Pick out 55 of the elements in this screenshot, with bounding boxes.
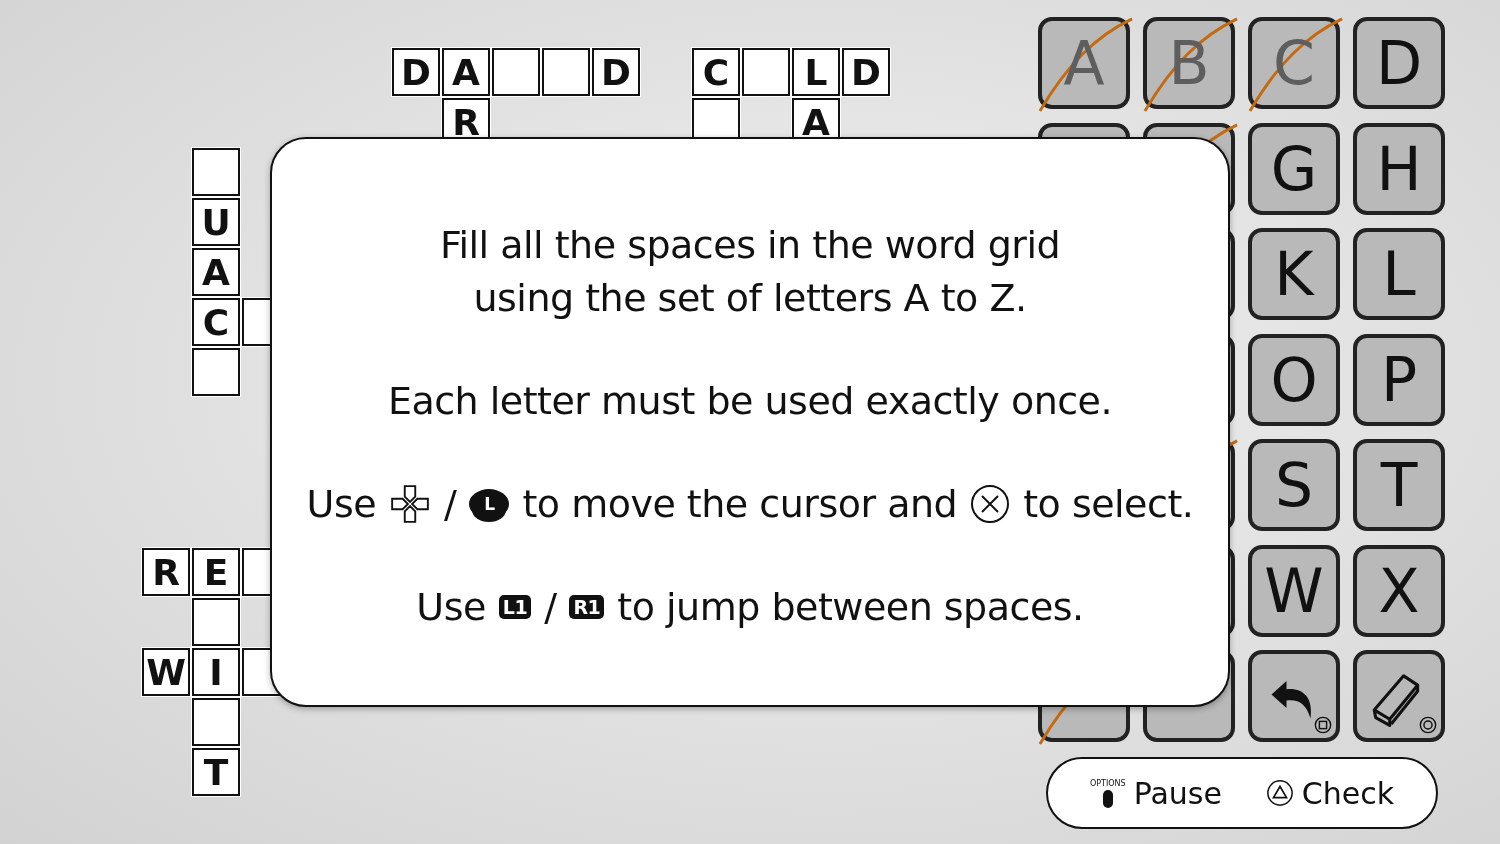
grid-cell[interactable]: A: [442, 48, 490, 96]
square-button-icon: [1314, 716, 1332, 734]
options-button-icon: [1102, 789, 1113, 808]
grid-cell[interactable]: I: [192, 648, 240, 696]
grid-cell[interactable]: [192, 148, 240, 196]
letter-key[interactable]: O: [1248, 333, 1340, 426]
grid-cell[interactable]: A: [192, 248, 240, 296]
instruction-text: to select.: [1023, 480, 1194, 528]
letter-key[interactable]: H: [1353, 122, 1445, 215]
letter-key[interactable]: P: [1353, 333, 1445, 426]
letter-key[interactable]: D: [1353, 17, 1445, 109]
letter-key[interactable]: S: [1248, 439, 1340, 531]
grid-cell[interactable]: E: [192, 548, 240, 596]
grid-cell[interactable]: D: [842, 48, 890, 96]
letter-key[interactable]: X: [1353, 544, 1445, 637]
grid-cell[interactable]: R: [142, 548, 190, 596]
letter-key[interactable]: T: [1353, 439, 1445, 531]
instruction-text: /: [544, 583, 557, 631]
letter-key[interactable]: G: [1248, 122, 1340, 215]
dpad-icon: [389, 483, 432, 525]
instruction-text: Fill all the spaces in the word grid using the set of letters A to Z.: [439, 221, 1061, 322]
grid-cell[interactable]: C: [692, 48, 740, 96]
grid-cell[interactable]: U: [192, 198, 240, 246]
grid-cell[interactable]: [542, 48, 590, 96]
grid-cell[interactable]: C: [192, 298, 240, 346]
grid-cell[interactable]: [192, 598, 240, 646]
options-button-label: OPTIONS: [1089, 778, 1126, 788]
eraser-key[interactable]: [1353, 650, 1445, 742]
instruction-text: /: [444, 480, 457, 528]
letter-key[interactable]: L: [1353, 228, 1445, 320]
instruction-text: Each letter must be used exactly once.: [387, 377, 1113, 425]
grid-cell[interactable]: D: [392, 48, 440, 96]
instruction-text: Use: [306, 480, 377, 528]
grid-cell[interactable]: [492, 48, 540, 96]
left-stick-icon: L: [469, 489, 510, 519]
grid-cell[interactable]: [192, 698, 240, 746]
grid-cell[interactable]: L: [792, 48, 840, 96]
shoulder-button-icon: R1: [569, 595, 605, 619]
grid-cell[interactable]: W: [142, 648, 190, 696]
grid-cell[interactable]: T: [192, 748, 240, 796]
circle-button-icon: [1419, 716, 1437, 734]
instruction-text: to move the cursor and: [522, 480, 958, 528]
instruction-text: Use: [416, 583, 486, 631]
letter-key[interactable]: K: [1248, 228, 1340, 320]
pause-action[interactable]: Pause: [1133, 775, 1222, 811]
instruction-text: to jump between spaces.: [617, 583, 1084, 631]
letter-key[interactable]: W: [1248, 544, 1340, 637]
cross-button-icon: [970, 484, 1011, 524]
shoulder-button-icon: L1: [498, 595, 532, 619]
grid-cell[interactable]: [192, 348, 240, 396]
grid-cell[interactable]: [742, 48, 790, 96]
triangle-button-icon: [1265, 779, 1294, 807]
undo-key[interactable]: [1248, 650, 1340, 742]
grid-cell[interactable]: D: [592, 48, 640, 96]
check-action[interactable]: Check: [1301, 775, 1395, 811]
